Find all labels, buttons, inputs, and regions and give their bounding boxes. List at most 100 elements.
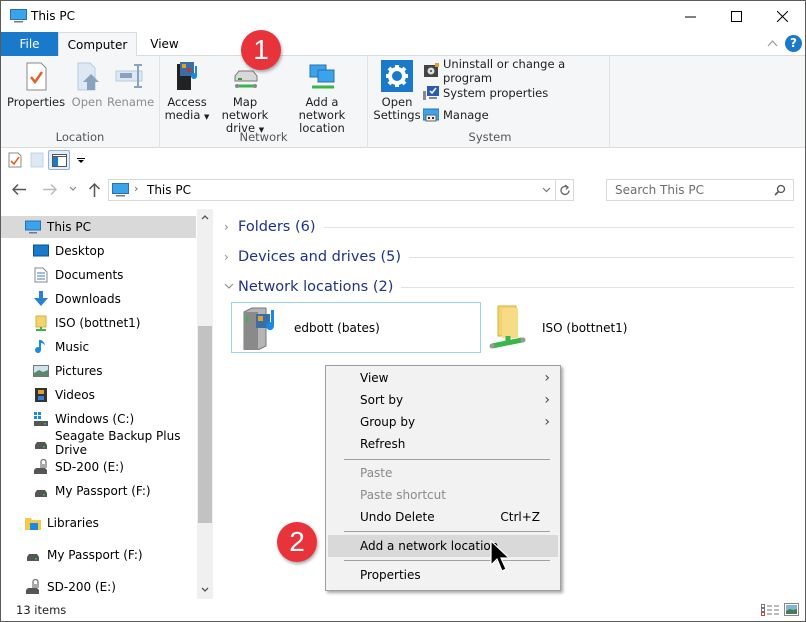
system-group-label: System xyxy=(468,130,512,144)
chevron-down-icon xyxy=(224,283,234,289)
uninstall-program-button[interactable]: Uninstall or change a program xyxy=(423,57,609,85)
menu-item-add-network-location[interactable]: Add a network location xyxy=(328,535,558,557)
rename-button: Rename xyxy=(107,60,154,109)
network-group-label: Network xyxy=(239,130,288,144)
refresh-button[interactable] xyxy=(555,180,574,200)
collapse-ribbon-icon[interactable] xyxy=(767,39,778,47)
network-location-icon xyxy=(306,60,338,92)
group-header-devices-drives[interactable]: › Devices and drives (5) xyxy=(224,246,794,268)
scroll-down-icon[interactable] xyxy=(201,587,209,593)
details-view-icon[interactable] xyxy=(761,604,779,616)
submenu-arrow-icon: › xyxy=(544,414,550,430)
pc-icon xyxy=(25,220,41,234)
media-server-icon xyxy=(171,60,203,92)
scroll-up-icon[interactable] xyxy=(201,214,209,220)
location-group: Properties Open Rename Location xyxy=(1,56,160,148)
access-media-button[interactable]: Access media ▼ xyxy=(164,60,210,124)
close-button[interactable] xyxy=(759,1,805,32)
recent-locations-icon[interactable] xyxy=(69,186,77,192)
qat-new-folder-icon[interactable] xyxy=(30,152,44,168)
up-icon[interactable] xyxy=(88,182,101,197)
network-item-edbott-bates[interactable]: edbott (bates) xyxy=(231,302,481,353)
large-icons-view-icon[interactable] xyxy=(784,603,799,616)
chevron-down-icon xyxy=(542,187,551,193)
network-folder-icon xyxy=(35,315,47,331)
navigation-pane-icon xyxy=(52,154,67,167)
forward-icon[interactable] xyxy=(42,183,57,196)
menu-separator xyxy=(344,459,550,460)
downloads-icon xyxy=(34,291,48,306)
close-icon xyxy=(776,11,788,22)
menu-item-view[interactable]: View › xyxy=(328,367,558,389)
documents-icon xyxy=(34,267,48,283)
group-header-folders[interactable]: › Folders (6) xyxy=(224,216,794,238)
qat-pane-button[interactable] xyxy=(48,150,70,170)
menu-item-refresh[interactable]: Refresh xyxy=(328,433,558,455)
tab-file[interactable]: File xyxy=(1,32,58,56)
nav-item-libraries[interactable]: Libraries xyxy=(1,512,196,534)
group-divider xyxy=(401,286,794,288)
group-divider xyxy=(323,226,794,228)
nav-item-videos[interactable]: Videos xyxy=(1,384,196,406)
videos-icon xyxy=(35,388,47,402)
nav-item-pictures[interactable]: Pictures xyxy=(1,360,196,382)
system-properties-button[interactable]: System properties xyxy=(423,83,548,103)
nav-item-sd-200-e-root[interactable]: SD-200 (E:) xyxy=(1,576,196,598)
context-menu: View › Sort by › Group by › Refresh Past… xyxy=(325,365,561,591)
minimize-button[interactable] xyxy=(667,1,713,32)
nav-item-seagate[interactable]: Seagate Backup Plus Drive xyxy=(1,429,196,457)
nav-item-this-pc[interactable]: This PC xyxy=(1,216,196,238)
open-settings-button[interactable]: Open Settings xyxy=(373,60,421,122)
group-header-network-locations[interactable]: Network locations (2) xyxy=(224,276,794,298)
menu-item-sort-by[interactable]: Sort by › xyxy=(328,389,558,411)
network-group: Access media ▼ Map network drive ▼ Add a… xyxy=(160,56,368,148)
callout-1: 1 xyxy=(241,30,281,70)
nav-item-documents[interactable]: Documents xyxy=(1,264,196,286)
network-item-iso-bottnet1[interactable]: ISO (bottnet1) xyxy=(486,302,646,353)
quick-access-toolbar xyxy=(1,148,805,172)
map-network-drive-button[interactable]: Map network drive ▼ xyxy=(210,60,280,137)
menu-item-group-by[interactable]: Group by › xyxy=(328,411,558,433)
nav-item-iso-bottnet1[interactable]: ISO (bottnet1) xyxy=(1,312,196,334)
music-icon xyxy=(35,340,45,354)
pictures-icon xyxy=(33,365,49,377)
pc-icon xyxy=(10,9,27,23)
search-input[interactable]: Search This PC xyxy=(606,179,794,201)
nav-item-downloads[interactable]: Downloads xyxy=(1,288,196,310)
settings-gear-icon xyxy=(381,60,413,92)
maximize-button[interactable] xyxy=(713,1,759,32)
menu-item-undo-delete[interactable]: Undo Delete Ctrl+Z xyxy=(328,506,558,528)
drive-icon xyxy=(27,554,39,561)
back-icon[interactable] xyxy=(12,183,27,196)
tab-view[interactable]: View xyxy=(137,32,192,56)
properties-icon xyxy=(20,60,52,92)
nav-item-desktop[interactable]: Desktop xyxy=(1,240,196,262)
address-input[interactable]: › This PC xyxy=(108,179,574,201)
customize-qat-icon[interactable] xyxy=(77,158,85,164)
nav-item-windows-c[interactable]: Windows (C:) xyxy=(1,408,196,430)
network-folder-icon xyxy=(489,305,526,348)
submenu-arrow-icon: › xyxy=(544,370,550,386)
add-network-location-button[interactable]: Add a network location xyxy=(282,60,362,135)
help-icon[interactable]: ? xyxy=(785,35,802,52)
menu-item-paste-shortcut: Paste shortcut xyxy=(360,488,446,502)
tab-computer[interactable]: Computer xyxy=(58,32,137,57)
qat-properties-icon[interactable] xyxy=(8,152,22,168)
nav-item-my-passport-f[interactable]: My Passport (F:) xyxy=(1,480,196,502)
rename-icon xyxy=(114,60,146,92)
nav-item-sd-200-e[interactable]: SD-200 (E:) xyxy=(1,456,196,478)
nav-item-music[interactable]: Music xyxy=(1,336,196,358)
title-bar[interactable]: This PC xyxy=(1,1,805,32)
system-group: Open Settings Uninstall or change a prog… xyxy=(371,56,610,148)
manage-button[interactable]: Manage xyxy=(422,105,489,125)
breadcrumb-this-pc[interactable]: This PC xyxy=(147,183,191,197)
nav-item-my-passport-f-root[interactable]: My Passport (F:) xyxy=(1,544,196,566)
address-dropdown-button[interactable] xyxy=(537,180,555,200)
pc-icon xyxy=(112,183,129,197)
menu-item-properties[interactable]: Properties xyxy=(328,564,558,586)
properties-button[interactable]: Properties xyxy=(7,60,65,109)
open-button: Open xyxy=(67,60,107,109)
navigation-pane-scrollbar[interactable] xyxy=(197,209,213,599)
media-server-icon xyxy=(243,307,275,350)
scrollbar-thumb[interactable] xyxy=(198,326,212,523)
